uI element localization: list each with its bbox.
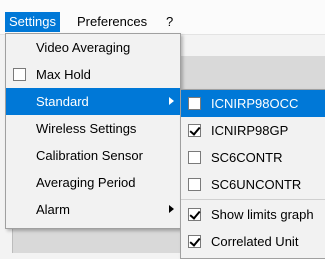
menu-bar: Settings Preferences ? [0,0,325,35]
sc6uncontr-checkbox[interactable] [188,178,201,191]
menu-help[interactable]: ? [162,12,177,32]
menu-item-max-hold[interactable]: Max Hold [6,61,180,88]
icnirp98occ-checkbox[interactable] [188,97,201,110]
max-hold-checkbox[interactable] [13,68,26,81]
sc6contr-checkbox[interactable] [188,151,201,164]
submenu-item-icnirp98occ[interactable]: ICNIRP98OCC [181,90,325,117]
correlated-unit-checkbox[interactable] [188,235,201,248]
standard-submenu: ICNIRP98OCC ICNIRP98GP SC6CONTR SC6UNCON… [180,89,325,259]
menu-item-label: Wireless Settings [36,121,137,136]
menu-item-video-averaging[interactable]: Video Averaging [6,34,180,61]
submenu-item-label: SC6CONTR [211,150,283,165]
menu-item-label: Max Hold [36,67,91,82]
submenu-item-label: SC6UNCONTR [211,177,302,192]
menu-item-calibration-sensor[interactable]: Calibration Sensor [6,142,180,169]
submenu-item-label: Correlated Unit [211,234,299,249]
menu-item-label: Calibration Sensor [36,148,143,163]
submenu-item-show-limits-graph[interactable]: Show limits graph [181,201,325,228]
settings-menu: Video Averaging Max Hold Standard Wirele… [5,33,181,229]
submenu-item-label: ICNIRP98GP [211,123,289,138]
menu-item-averaging-period[interactable]: Averaging Period [6,169,180,196]
menu-separator [181,199,325,200]
menu-item-label: Alarm [36,202,70,217]
submenu-item-label: Show limits graph [211,207,314,222]
submenu-item-sc6uncontr[interactable]: SC6UNCONTR [181,171,325,198]
submenu-arrow-icon [169,205,174,213]
menu-item-label: Standard [36,94,89,109]
submenu-item-sc6contr[interactable]: SC6CONTR [181,144,325,171]
menu-preferences[interactable]: Preferences [73,12,151,32]
show-limits-graph-checkbox[interactable] [188,208,201,221]
menu-item-wireless-settings[interactable]: Wireless Settings [6,115,180,142]
submenu-item-correlated-unit[interactable]: Correlated Unit [181,228,325,255]
menu-item-standard[interactable]: Standard [6,88,180,115]
submenu-item-label: ICNIRP98OCC [211,96,299,111]
menu-item-label: Video Averaging [36,40,131,55]
icnirp98gp-checkbox[interactable] [188,124,201,137]
submenu-item-icnirp98gp[interactable]: ICNIRP98GP [181,117,325,144]
submenu-arrow-icon [169,97,174,105]
menu-item-label: Averaging Period [36,175,136,190]
menu-item-alarm[interactable]: Alarm [6,196,180,223]
menu-settings[interactable]: Settings [5,12,60,32]
